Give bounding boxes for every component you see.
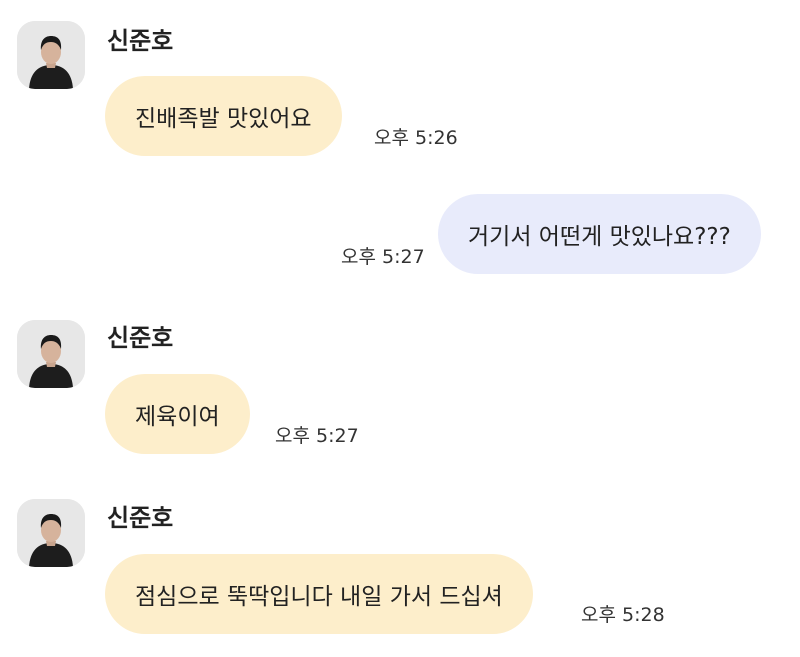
sender-name: 신준호 xyxy=(107,504,174,532)
avatar[interactable] xyxy=(17,320,85,388)
message-text: 제육이여 xyxy=(135,404,220,430)
incoming-message-bubble[interactable]: 진배족발 맛있어요 xyxy=(105,76,342,156)
message-text: 진배족발 맛있어요 xyxy=(135,106,312,132)
profile-photo-icon xyxy=(17,499,85,567)
outgoing-message-bubble[interactable]: 거기서 어떤게 맛있나요??? xyxy=(438,194,761,274)
message-timestamp: 오후 5:28 xyxy=(581,604,665,626)
incoming-message-bubble[interactable]: 점심으로 뚝딱입니다 내일 가서 드십셔 xyxy=(105,554,533,634)
message-timestamp: 오후 5:26 xyxy=(374,127,458,149)
sender-name: 신준호 xyxy=(107,27,174,55)
message-timestamp: 오후 5:27 xyxy=(341,246,425,268)
message-text: 점심으로 뚝딱입니다 내일 가서 드십셔 xyxy=(135,584,503,610)
incoming-message-bubble[interactable]: 제육이여 xyxy=(105,374,250,454)
avatar[interactable] xyxy=(17,21,85,89)
message-timestamp: 오후 5:27 xyxy=(275,425,359,447)
message-text: 거기서 어떤게 맛있나요??? xyxy=(468,224,731,250)
sender-name: 신준호 xyxy=(107,324,174,352)
avatar[interactable] xyxy=(17,499,85,567)
profile-photo-icon xyxy=(17,320,85,388)
profile-photo-icon xyxy=(17,21,85,89)
